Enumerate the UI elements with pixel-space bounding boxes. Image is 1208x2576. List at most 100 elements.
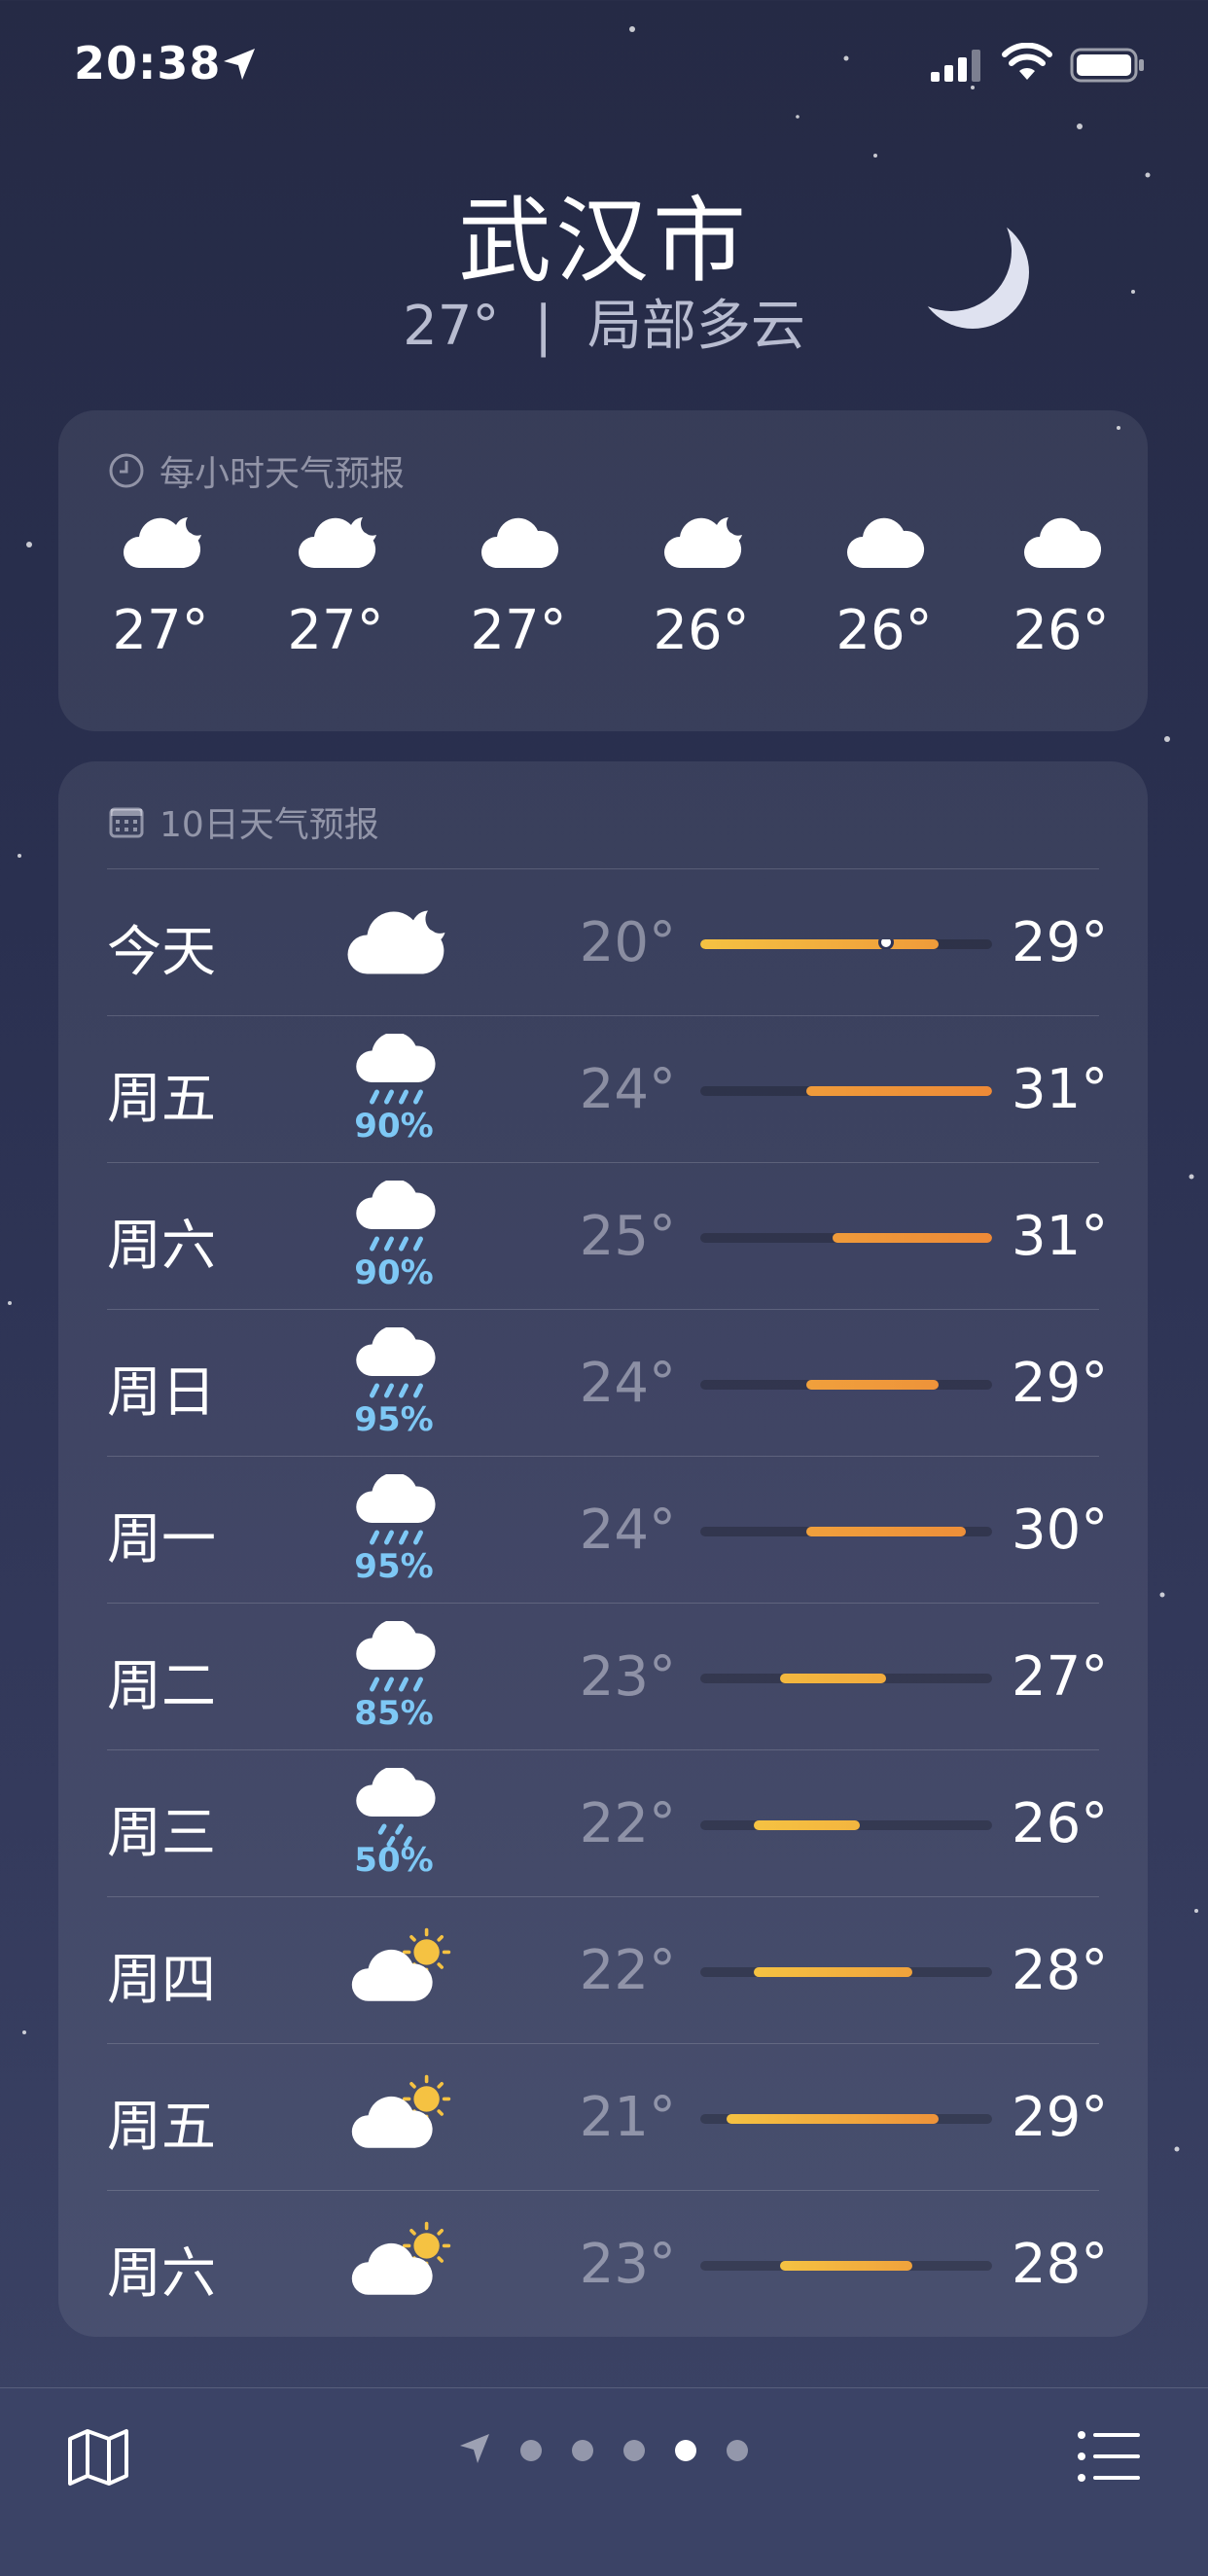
precip-chance: 85% bbox=[354, 1694, 434, 1733]
calendar-icon bbox=[109, 807, 144, 838]
page-dot[interactable] bbox=[675, 2440, 696, 2461]
temp-range-bar bbox=[700, 939, 992, 949]
partly-cloudy-night-icon bbox=[299, 517, 376, 568]
daily-row[interactable]: 周二 85% 23° 27° bbox=[107, 1603, 1109, 1749]
temp-range-bar bbox=[700, 1233, 992, 1243]
precip-chance: 90% bbox=[354, 1253, 434, 1292]
high-temp: 29° bbox=[1012, 911, 1109, 974]
high-temp: 29° bbox=[1012, 1352, 1109, 1415]
hourly-temp: 27° bbox=[470, 599, 567, 662]
day-label: 周日 bbox=[107, 1361, 216, 1425]
hourly-temp: 26° bbox=[1013, 599, 1110, 662]
hourly-item: 26° bbox=[811, 508, 957, 662]
high-temp: 31° bbox=[1012, 1205, 1109, 1268]
cloud-icon bbox=[481, 517, 559, 568]
high-temp: 26° bbox=[1012, 1792, 1109, 1855]
tab-bar bbox=[0, 2387, 1208, 2576]
high-temp: 31° bbox=[1012, 1058, 1109, 1121]
temp-range-bar bbox=[700, 2114, 992, 2124]
current-conditions: 27° | 局部多云 bbox=[0, 282, 1208, 361]
hourly-temp: 26° bbox=[835, 599, 933, 662]
low-temp: 25° bbox=[579, 1205, 676, 1268]
precip-chance: 50% bbox=[354, 1841, 434, 1880]
current-temp-marker bbox=[877, 939, 894, 949]
daily-forecast-title: 10日天气预报 bbox=[107, 796, 379, 847]
map-icon[interactable] bbox=[66, 2425, 130, 2489]
daily-row[interactable]: 周一 95% 24° 30° bbox=[107, 1456, 1109, 1603]
hourly-forecast-card[interactable]: 每小时天气预报 27° 27° 27° 26° 26° 26° bbox=[58, 410, 1148, 731]
daily-row[interactable]: 周五 90% 24° 31° bbox=[107, 1015, 1109, 1162]
current-location-page-icon[interactable] bbox=[457, 2431, 492, 2466]
low-temp: 23° bbox=[579, 1645, 676, 1709]
high-temp: 30° bbox=[1012, 1499, 1109, 1562]
temp-range-fill bbox=[700, 939, 940, 949]
low-temp: 22° bbox=[579, 1792, 676, 1855]
low-temp: 23° bbox=[579, 2233, 676, 2296]
daily-row[interactable]: 周三 50% 22° 26° bbox=[107, 1749, 1109, 1896]
day-label: 今天 bbox=[107, 921, 216, 984]
day-label: 周五 bbox=[107, 1068, 216, 1131]
high-temp: 28° bbox=[1012, 2233, 1109, 2296]
page-dot[interactable] bbox=[623, 2440, 645, 2461]
temp-range-bar bbox=[700, 2261, 992, 2271]
day-label: 周一 bbox=[107, 1508, 216, 1571]
page-dot[interactable] bbox=[727, 2440, 748, 2461]
daily-row[interactable]: 今天 20° 29° bbox=[107, 868, 1109, 1015]
precip-chance: 90% bbox=[354, 1107, 434, 1146]
wifi-icon bbox=[1002, 43, 1052, 80]
temp-range-fill bbox=[779, 1674, 886, 1683]
daily-row[interactable]: 周四 22° 28° bbox=[107, 1896, 1108, 2043]
temp-range-bar bbox=[700, 1820, 992, 1830]
low-temp: 24° bbox=[579, 1499, 676, 1562]
day-label: 周二 bbox=[107, 1655, 216, 1718]
hourly-item: 27° bbox=[445, 508, 591, 662]
day-label: 周五 bbox=[107, 2096, 216, 2159]
day-label: 周四 bbox=[107, 1949, 216, 2012]
temp-range-fill bbox=[806, 1380, 940, 1390]
battery-icon bbox=[1070, 48, 1144, 83]
day-label: 周三 bbox=[107, 1802, 216, 1865]
list-icon[interactable] bbox=[1076, 2427, 1142, 2486]
page-dot[interactable] bbox=[520, 2440, 542, 2461]
daily-row[interactable]: 周六 90% 25° 31° bbox=[107, 1162, 1109, 1309]
hourly-item: 26° bbox=[628, 508, 774, 662]
hourly-temp: 27° bbox=[112, 599, 209, 662]
temp-range-fill bbox=[753, 1967, 913, 1977]
daily-row[interactable]: 周日 95% 24° 29° bbox=[107, 1309, 1109, 1456]
hourly-item: 27° bbox=[88, 508, 233, 662]
temp-range-bar bbox=[700, 1380, 992, 1390]
low-temp: 22° bbox=[579, 1939, 676, 2002]
high-temp: 27° bbox=[1012, 1645, 1109, 1709]
clock-icon bbox=[109, 453, 144, 488]
clock-time: 20:38 bbox=[74, 37, 222, 89]
low-temp: 24° bbox=[579, 1058, 676, 1121]
low-temp: 20° bbox=[579, 911, 676, 974]
cellular-signal-icon bbox=[931, 50, 980, 82]
hourly-temp: 27° bbox=[287, 599, 384, 662]
day-label: 周六 bbox=[107, 1215, 216, 1278]
hourly-item: 26° bbox=[988, 508, 1134, 662]
current-temperature: 27° bbox=[403, 295, 500, 358]
daily-row[interactable]: 周六 23° 28° bbox=[107, 2190, 1109, 2337]
temp-range-bar bbox=[700, 1086, 992, 1096]
hourly-forecast-title: 每小时天气预报 bbox=[107, 445, 405, 496]
partly-cloudy-night-icon bbox=[347, 910, 445, 974]
precip-chance: 95% bbox=[354, 1400, 434, 1439]
temp-range-fill bbox=[753, 1820, 860, 1830]
low-temp: 24° bbox=[579, 1352, 676, 1415]
hourly-temp: 26° bbox=[653, 599, 750, 662]
daily-row[interactable]: 周五 21° 29° bbox=[107, 2043, 1109, 2190]
temp-range-fill bbox=[727, 2114, 940, 2124]
city-name: 武汉市 bbox=[458, 187, 750, 296]
daily-title-label: 10日天气预报 bbox=[160, 805, 379, 845]
temp-range-fill bbox=[833, 1233, 992, 1243]
temp-range-fill bbox=[806, 1527, 966, 1536]
high-temp: 29° bbox=[1012, 2086, 1109, 2149]
separator: | bbox=[534, 295, 553, 358]
partly-cloudy-night-icon bbox=[664, 517, 742, 568]
temp-range-fill bbox=[806, 1086, 992, 1096]
partly-sunny-icon bbox=[351, 2074, 451, 2148]
page-dot[interactable] bbox=[572, 2440, 593, 2461]
cloud-icon bbox=[847, 517, 925, 568]
daily-forecast-card[interactable]: 10日天气预报 今天 20° 29° 周五 90% 24° 31° 周六 90% 25° 31° 周日… bbox=[58, 761, 1148, 2337]
